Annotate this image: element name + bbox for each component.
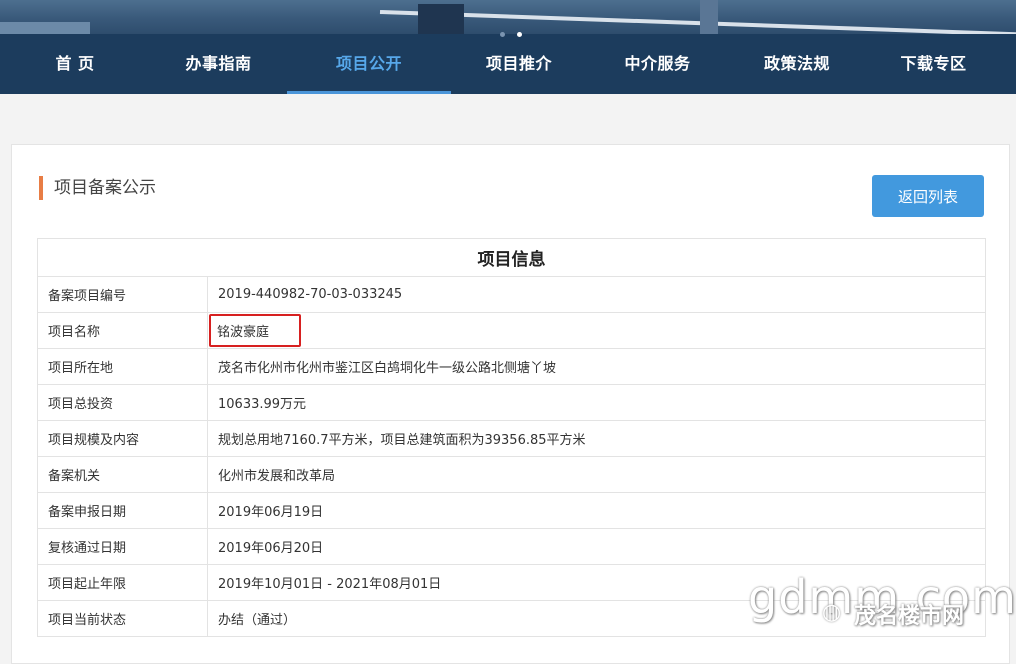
row-label: 备案申报日期: [37, 492, 208, 529]
table-row: 项目规模及内容 规划总用地7160.7平方米，项目总建筑面积为39356.85平…: [37, 420, 986, 457]
nav-item-agency[interactable]: 中介服务: [587, 34, 728, 94]
table-row: 项目所在地 茂名市化州市化州市鉴江区白鸪垌化牛一级公路北侧塘丫坡: [37, 348, 986, 385]
row-value: 办结（通过）: [207, 600, 986, 637]
bridge-pillar: [700, 0, 718, 34]
row-value: 化州市发展和改革局: [207, 456, 986, 493]
row-value: 铭波豪庭: [207, 312, 986, 349]
row-value: 10633.99万元: [207, 384, 986, 421]
nav-item-project-promo[interactable]: 项目推介: [451, 34, 587, 94]
main-nav: 首 页 办事指南 项目公开 项目推介 中介服务 政策法规 下载专区: [0, 34, 1016, 94]
row-value: 2019-440982-70-03-033245: [207, 276, 986, 313]
shore: [0, 22, 90, 34]
nav-item-guide[interactable]: 办事指南: [150, 34, 287, 94]
nav-item-project-public[interactable]: 项目公开: [287, 34, 451, 94]
table-row: 复核通过日期 2019年06月20日: [37, 528, 986, 565]
nav-item-download[interactable]: 下载专区: [866, 34, 1001, 94]
bridge-deck: [379, 10, 1016, 34]
table-row: 项目名称 铭波豪庭: [37, 312, 986, 349]
row-label: 项目总投资: [37, 384, 208, 421]
table-row: 项目起止年限 2019年10月01日 - 2021年08月01日: [37, 564, 986, 601]
carousel-dot-active[interactable]: [517, 32, 522, 37]
back-to-list-button[interactable]: 返回列表: [872, 175, 984, 217]
bridge-pillar: [418, 4, 464, 34]
row-label: 项目规模及内容: [37, 420, 208, 457]
row-label: 项目起止年限: [37, 564, 208, 601]
row-value: 2019年06月19日: [207, 492, 986, 529]
content-panel: 项目备案公示 返回列表 项目信息 备案项目编号 2019-440982-70-0…: [11, 144, 1010, 664]
highlighted-project-name: 铭波豪庭: [209, 314, 302, 347]
header-banner-image: [0, 0, 1016, 34]
carousel-dot[interactable]: [500, 32, 505, 37]
row-label: 备案机关: [37, 456, 208, 493]
section-title: 项目备案公示: [39, 176, 156, 200]
row-value: 2019年06月20日: [207, 528, 986, 565]
row-label: 复核通过日期: [37, 528, 208, 565]
nav-item-policy[interactable]: 政策法规: [728, 34, 866, 94]
table-row: 项目总投资 10633.99万元: [37, 384, 986, 421]
row-label: 项目当前状态: [37, 600, 208, 637]
row-label: 项目所在地: [37, 348, 208, 385]
table-row: 备案机关 化州市发展和改革局: [37, 456, 986, 493]
row-value: 茂名市化州市化州市鉴江区白鸪垌化牛一级公路北侧塘丫坡: [207, 348, 986, 385]
table-header: 项目信息: [37, 238, 986, 277]
table-row: 备案项目编号 2019-440982-70-03-033245: [37, 276, 986, 313]
row-label: 备案项目编号: [37, 276, 208, 313]
project-info-table: 项目信息 备案项目编号 2019-440982-70-03-033245 项目名…: [37, 238, 986, 637]
row-label: 项目名称: [37, 312, 208, 349]
table-row: 备案申报日期 2019年06月19日: [37, 492, 986, 529]
table-row: 项目当前状态 办结（通过）: [37, 600, 986, 637]
row-value: 规划总用地7160.7平方米，项目总建筑面积为39356.85平方米: [207, 420, 986, 457]
nav-item-home[interactable]: 首 页: [0, 34, 150, 94]
row-value: 2019年10月01日 - 2021年08月01日: [207, 564, 986, 601]
